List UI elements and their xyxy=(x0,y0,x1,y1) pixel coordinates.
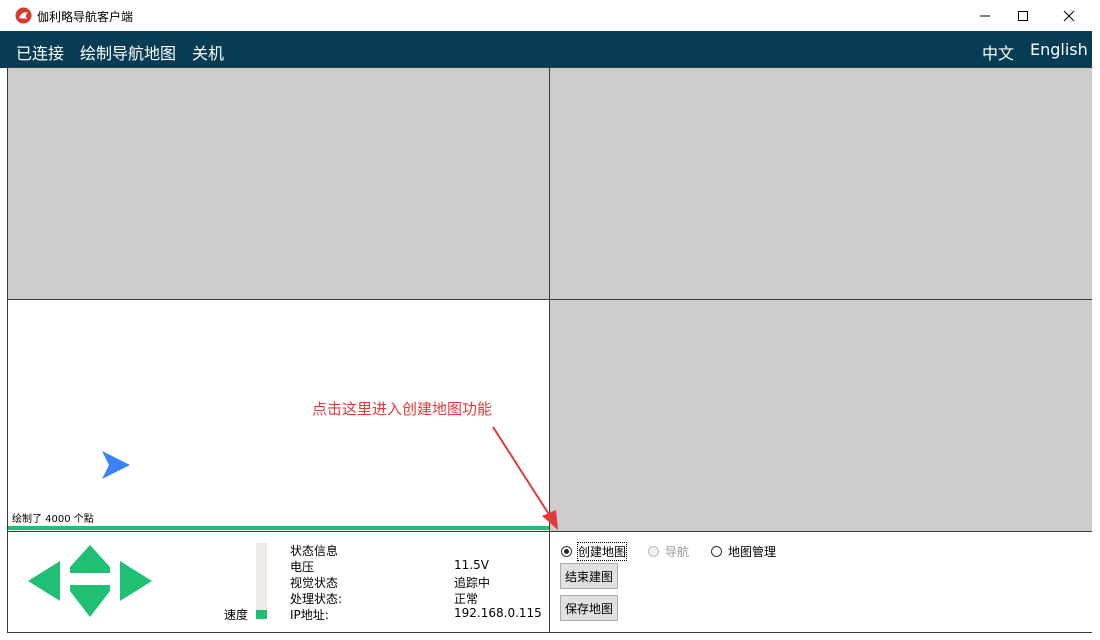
camera-view-top-left xyxy=(8,68,549,299)
window-edge xyxy=(1092,31,1100,640)
menu-shutdown[interactable]: 关机 xyxy=(192,40,224,64)
menu-lang-chinese[interactable]: 中文 xyxy=(982,40,1014,64)
status-value-ip: 192.168.0.115 xyxy=(454,606,542,620)
menu-connected[interactable]: 已连接 xyxy=(16,40,64,64)
minimize-icon xyxy=(980,15,990,16)
radio-navigation-label: 导航 xyxy=(665,545,690,559)
annotation-arrow-icon xyxy=(492,426,558,530)
app-icon xyxy=(15,7,32,24)
status-label-vision: 视觉状态 xyxy=(290,576,339,590)
window-title: 伽利略导航客户端 xyxy=(37,10,134,24)
mode-panel xyxy=(550,531,1092,632)
radio-create-map[interactable]: 创建地图 xyxy=(561,542,628,561)
radio-map-management[interactable]: 地图管理 xyxy=(711,543,776,560)
map-progress-fill xyxy=(8,526,549,530)
status-label-voltage: 电压 xyxy=(290,560,315,574)
menu-draw-map[interactable]: 绘制导航地图 xyxy=(80,40,176,64)
radio-create-map-indicator xyxy=(561,546,572,557)
robot-position-icon xyxy=(102,451,130,479)
status-value-voltage: 11.5V xyxy=(454,558,489,572)
radio-map-management-label: 地图管理 xyxy=(728,545,777,559)
arrow-up-icon[interactable] xyxy=(70,545,110,573)
arrow-down-icon[interactable] xyxy=(70,585,110,617)
speed-label: 速度 xyxy=(224,608,249,622)
status-label-processing: 处理状态: xyxy=(290,592,343,606)
maximize-icon xyxy=(1018,10,1028,21)
points-count-label: 绘制了 4000 个點 xyxy=(12,514,94,525)
status-label-ip: IP地址: xyxy=(290,608,329,622)
close-icon xyxy=(1063,10,1075,21)
annotation-text: 点击这里进入创建地图功能 xyxy=(312,400,493,418)
status-header: 状态信息 xyxy=(290,544,339,558)
title-bar: 伽利略导航客户端 xyxy=(0,0,1100,31)
menu-bar: 已连接 绘制导航地图 关机 中文 English xyxy=(0,31,1100,68)
map-progress-bar xyxy=(8,526,549,530)
speed-level-fill xyxy=(256,609,267,619)
radio-navigation-indicator xyxy=(648,546,659,557)
close-button[interactable] xyxy=(1046,0,1092,31)
camera-view-bottom-right xyxy=(550,300,1092,531)
status-value-processing: 正常 xyxy=(454,592,479,606)
speed-slider[interactable] xyxy=(256,543,267,619)
menu-lang-english[interactable]: English xyxy=(1030,40,1088,59)
arrow-left-icon[interactable] xyxy=(28,561,60,601)
radio-create-map-label: 创建地图 xyxy=(576,542,628,561)
status-value-vision: 追踪中 xyxy=(454,576,491,590)
arrow-right-icon[interactable] xyxy=(120,561,152,601)
radio-navigation[interactable]: 导航 xyxy=(648,543,689,560)
camera-view-top-right xyxy=(550,68,1092,299)
direction-pad xyxy=(28,545,152,617)
maximize-button[interactable] xyxy=(1000,0,1046,31)
radio-map-management-indicator xyxy=(711,546,722,557)
end-mapping-button[interactable]: 结束建图 xyxy=(560,563,618,589)
save-map-button[interactable]: 保存地图 xyxy=(560,595,618,621)
